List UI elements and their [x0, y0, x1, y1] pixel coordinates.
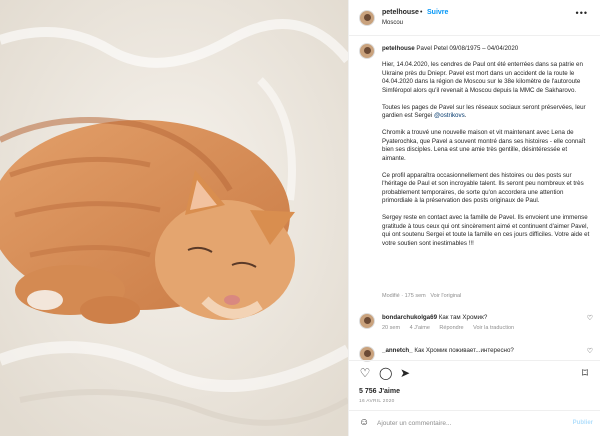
publish-button[interactable]: Publier [573, 420, 593, 426]
avatar[interactable] [359, 313, 375, 329]
caption-meta: Modifié · 175 sem Voir l'original [382, 293, 461, 299]
caption-paragraph: Ce profil apparaîtra occasionnellement d… [382, 171, 584, 205]
comment-icon[interactable]: ◯ [379, 367, 392, 379]
mention-link[interactable]: @ostrikovs [434, 112, 465, 119]
follow-button[interactable]: Suivre [427, 9, 448, 16]
post-photo[interactable] [0, 0, 348, 436]
likes-count[interactable]: 5 756 J'aime [359, 388, 400, 395]
header-username[interactable]: petelhouse [382, 9, 419, 16]
post-date: 16 AVRIL 2020 [359, 399, 395, 404]
heart-icon[interactable]: ♡ [587, 314, 593, 322]
caption-username[interactable]: petelhouse [382, 45, 415, 52]
separator-dot: • [420, 9, 423, 16]
send-icon[interactable]: ➤ [399, 367, 411, 379]
translate-button[interactable]: Voir la traduction [473, 325, 514, 331]
avatar[interactable] [359, 43, 375, 59]
comment-text: Как там Хромик? [438, 314, 488, 321]
caption-paragraph: Hier, 14.04.2020, les cendres de Paul on… [382, 61, 583, 94]
modified-label: Modifié · 175 sem [382, 293, 426, 299]
caption-title: petelhouse Pavel Petel 09/08/1975 – 04/0… [382, 45, 518, 54]
cat-photo-illustration [0, 0, 348, 436]
comment-username[interactable]: bondarchukolga69 [382, 314, 437, 321]
caption-body: Hier, 14.04.2020, les cendres de Paul on… [382, 61, 592, 257]
comment-likes[interactable]: 4 J'aime [410, 325, 430, 331]
post-header: petelhouse • Suivre Moscou ••• [349, 0, 600, 36]
comment-username[interactable]: _annetch_ [382, 347, 413, 354]
comment-age: 20 sem [382, 325, 401, 331]
action-bar: ♡ ◯ ➤ ⌑ 5 756 J'aime 16 AVRIL 2020 [349, 360, 600, 410]
avatar[interactable] [359, 10, 375, 26]
post-side-panel: petelhouse • Suivre Moscou ••• petelhous… [348, 0, 600, 436]
caption-paragraph: Toutes les pages de Pavel sur les réseau… [382, 103, 586, 120]
emoji-icon[interactable]: ☺ [359, 417, 369, 428]
comment-text: Как Хромик поживает...интересно? [414, 347, 514, 354]
comment-input[interactable] [377, 417, 557, 430]
caption-paragraph: Chromik a trouvé une nouvelle maison et … [382, 129, 586, 162]
caption-title-text: Pavel Petel 09/08/1975 – 04/04/2020 [416, 45, 519, 52]
bookmark-icon[interactable]: ⌑ [579, 367, 591, 379]
reply-button[interactable]: Répondre [439, 325, 463, 331]
see-original-link[interactable]: Voir l'original [430, 293, 461, 299]
heart-icon[interactable]: ♡ [359, 367, 371, 379]
add-comment-bar: ☺ Publier [349, 410, 600, 436]
more-horizontal-icon[interactable]: ••• [576, 8, 588, 18]
heart-icon[interactable]: ♡ [587, 347, 593, 355]
caption-paragraph: Sergey reste en contact avec la famille … [382, 214, 590, 247]
location-link[interactable]: Moscou [382, 20, 403, 26]
